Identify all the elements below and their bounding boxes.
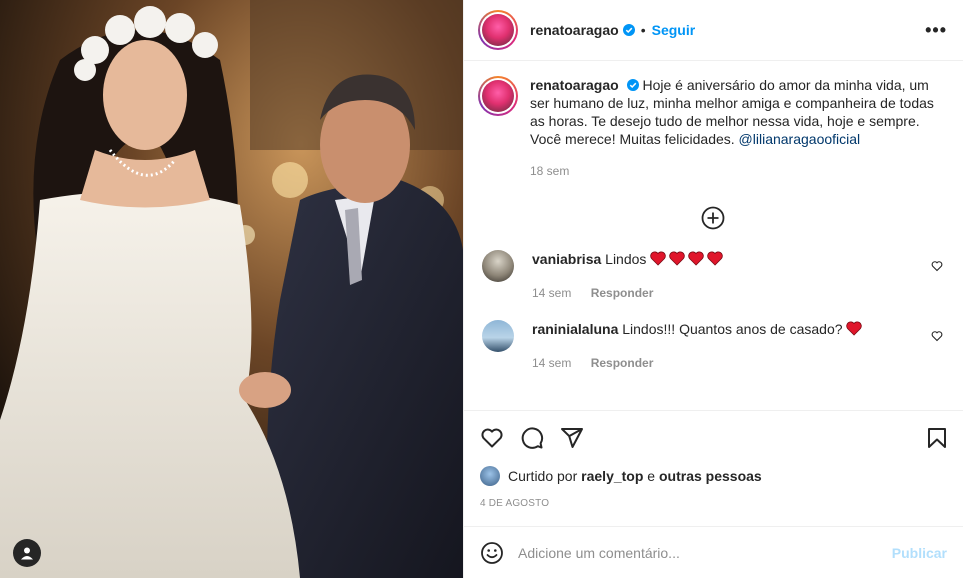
comments-section: renatoaragao Hoje é aniversário do amor … (464, 62, 963, 410)
caption-mention-link[interactable]: @lilianaragaooficial (739, 131, 861, 147)
likes-summary: Curtido por raely_top e outras pessoas (480, 466, 949, 486)
likes-prefix: Curtido por (508, 468, 578, 484)
save-bookmark-icon[interactable] (925, 426, 949, 450)
post-actions: Curtido por raely_top e outras pessoas 4… (464, 410, 963, 509)
like-comment-heart-icon[interactable] (931, 260, 943, 272)
caption: renatoaragao Hoje é aniversário do amor … (478, 76, 947, 180)
likes-joiner: e (647, 468, 656, 484)
caption-avatar[interactable] (478, 76, 518, 116)
verified-badge-icon (622, 24, 635, 36)
follow-button[interactable]: Seguir (652, 22, 696, 38)
comment-time[interactable]: 14 sem (532, 286, 571, 300)
comment-icon[interactable] (520, 426, 544, 450)
post-photo[interactable] (0, 0, 463, 578)
reply-button[interactable]: Responder (591, 356, 654, 370)
reply-button[interactable]: Responder (591, 286, 654, 300)
commenter-avatar[interactable] (482, 320, 514, 352)
caption-time[interactable]: 18 sem (530, 164, 569, 178)
verified-badge-icon (626, 79, 639, 91)
red-heart-icon (846, 321, 863, 336)
plus-circle-icon (701, 206, 724, 230)
header-separator: • (640, 22, 646, 38)
author-avatar[interactable] (478, 10, 518, 50)
comment-input[interactable] (518, 544, 892, 561)
likes-others-link[interactable]: outras pessoas (659, 468, 762, 484)
emoji-smiley-icon[interactable] (480, 541, 504, 565)
comment-username[interactable]: raninialaluna (532, 321, 618, 337)
post-header: renatoaragao • Seguir ••• (464, 0, 963, 61)
load-more-comments-button[interactable] (478, 206, 947, 230)
post-side-panel: renatoaragao • Seguir ••• renatoaragao H… (463, 0, 963, 578)
commenter-avatar[interactable] (482, 250, 514, 282)
user-icon (21, 547, 33, 560)
comment-text: Lindos (605, 251, 647, 267)
heart-emojis (846, 321, 863, 336)
post-date[interactable]: 4 DE AGOSTO (480, 498, 949, 509)
caption-username[interactable]: renatoaragao (530, 77, 619, 93)
comment-item: vaniabrisa Lindos 14 sem Responder (478, 250, 947, 302)
add-comment-bar: Publicar (464, 526, 963, 578)
wedding-photo-image (0, 0, 463, 578)
publish-button[interactable]: Publicar (892, 545, 947, 561)
red-heart-icon (650, 251, 667, 266)
heart-emojis (650, 251, 724, 266)
more-options-button[interactable]: ••• (925, 21, 947, 39)
tagged-users-button[interactable] (13, 539, 41, 567)
comment-username[interactable]: vaniabrisa (532, 251, 601, 267)
red-heart-icon (707, 251, 724, 266)
author-username[interactable]: renatoaragao (530, 22, 619, 38)
comment-time[interactable]: 14 sem (532, 356, 571, 370)
liker-avatar[interactable] (480, 466, 500, 486)
comment-item: raninialaluna Lindos!!! Quantos anos de … (478, 320, 947, 372)
red-heart-icon (669, 251, 686, 266)
like-heart-icon[interactable] (480, 426, 504, 450)
red-heart-icon (688, 251, 705, 266)
comment-text: Lindos!!! Quantos anos de casado? (622, 321, 843, 337)
share-paper-plane-icon[interactable] (560, 426, 584, 450)
like-comment-heart-icon[interactable] (931, 330, 943, 342)
liker-username[interactable]: raely_top (581, 468, 643, 484)
